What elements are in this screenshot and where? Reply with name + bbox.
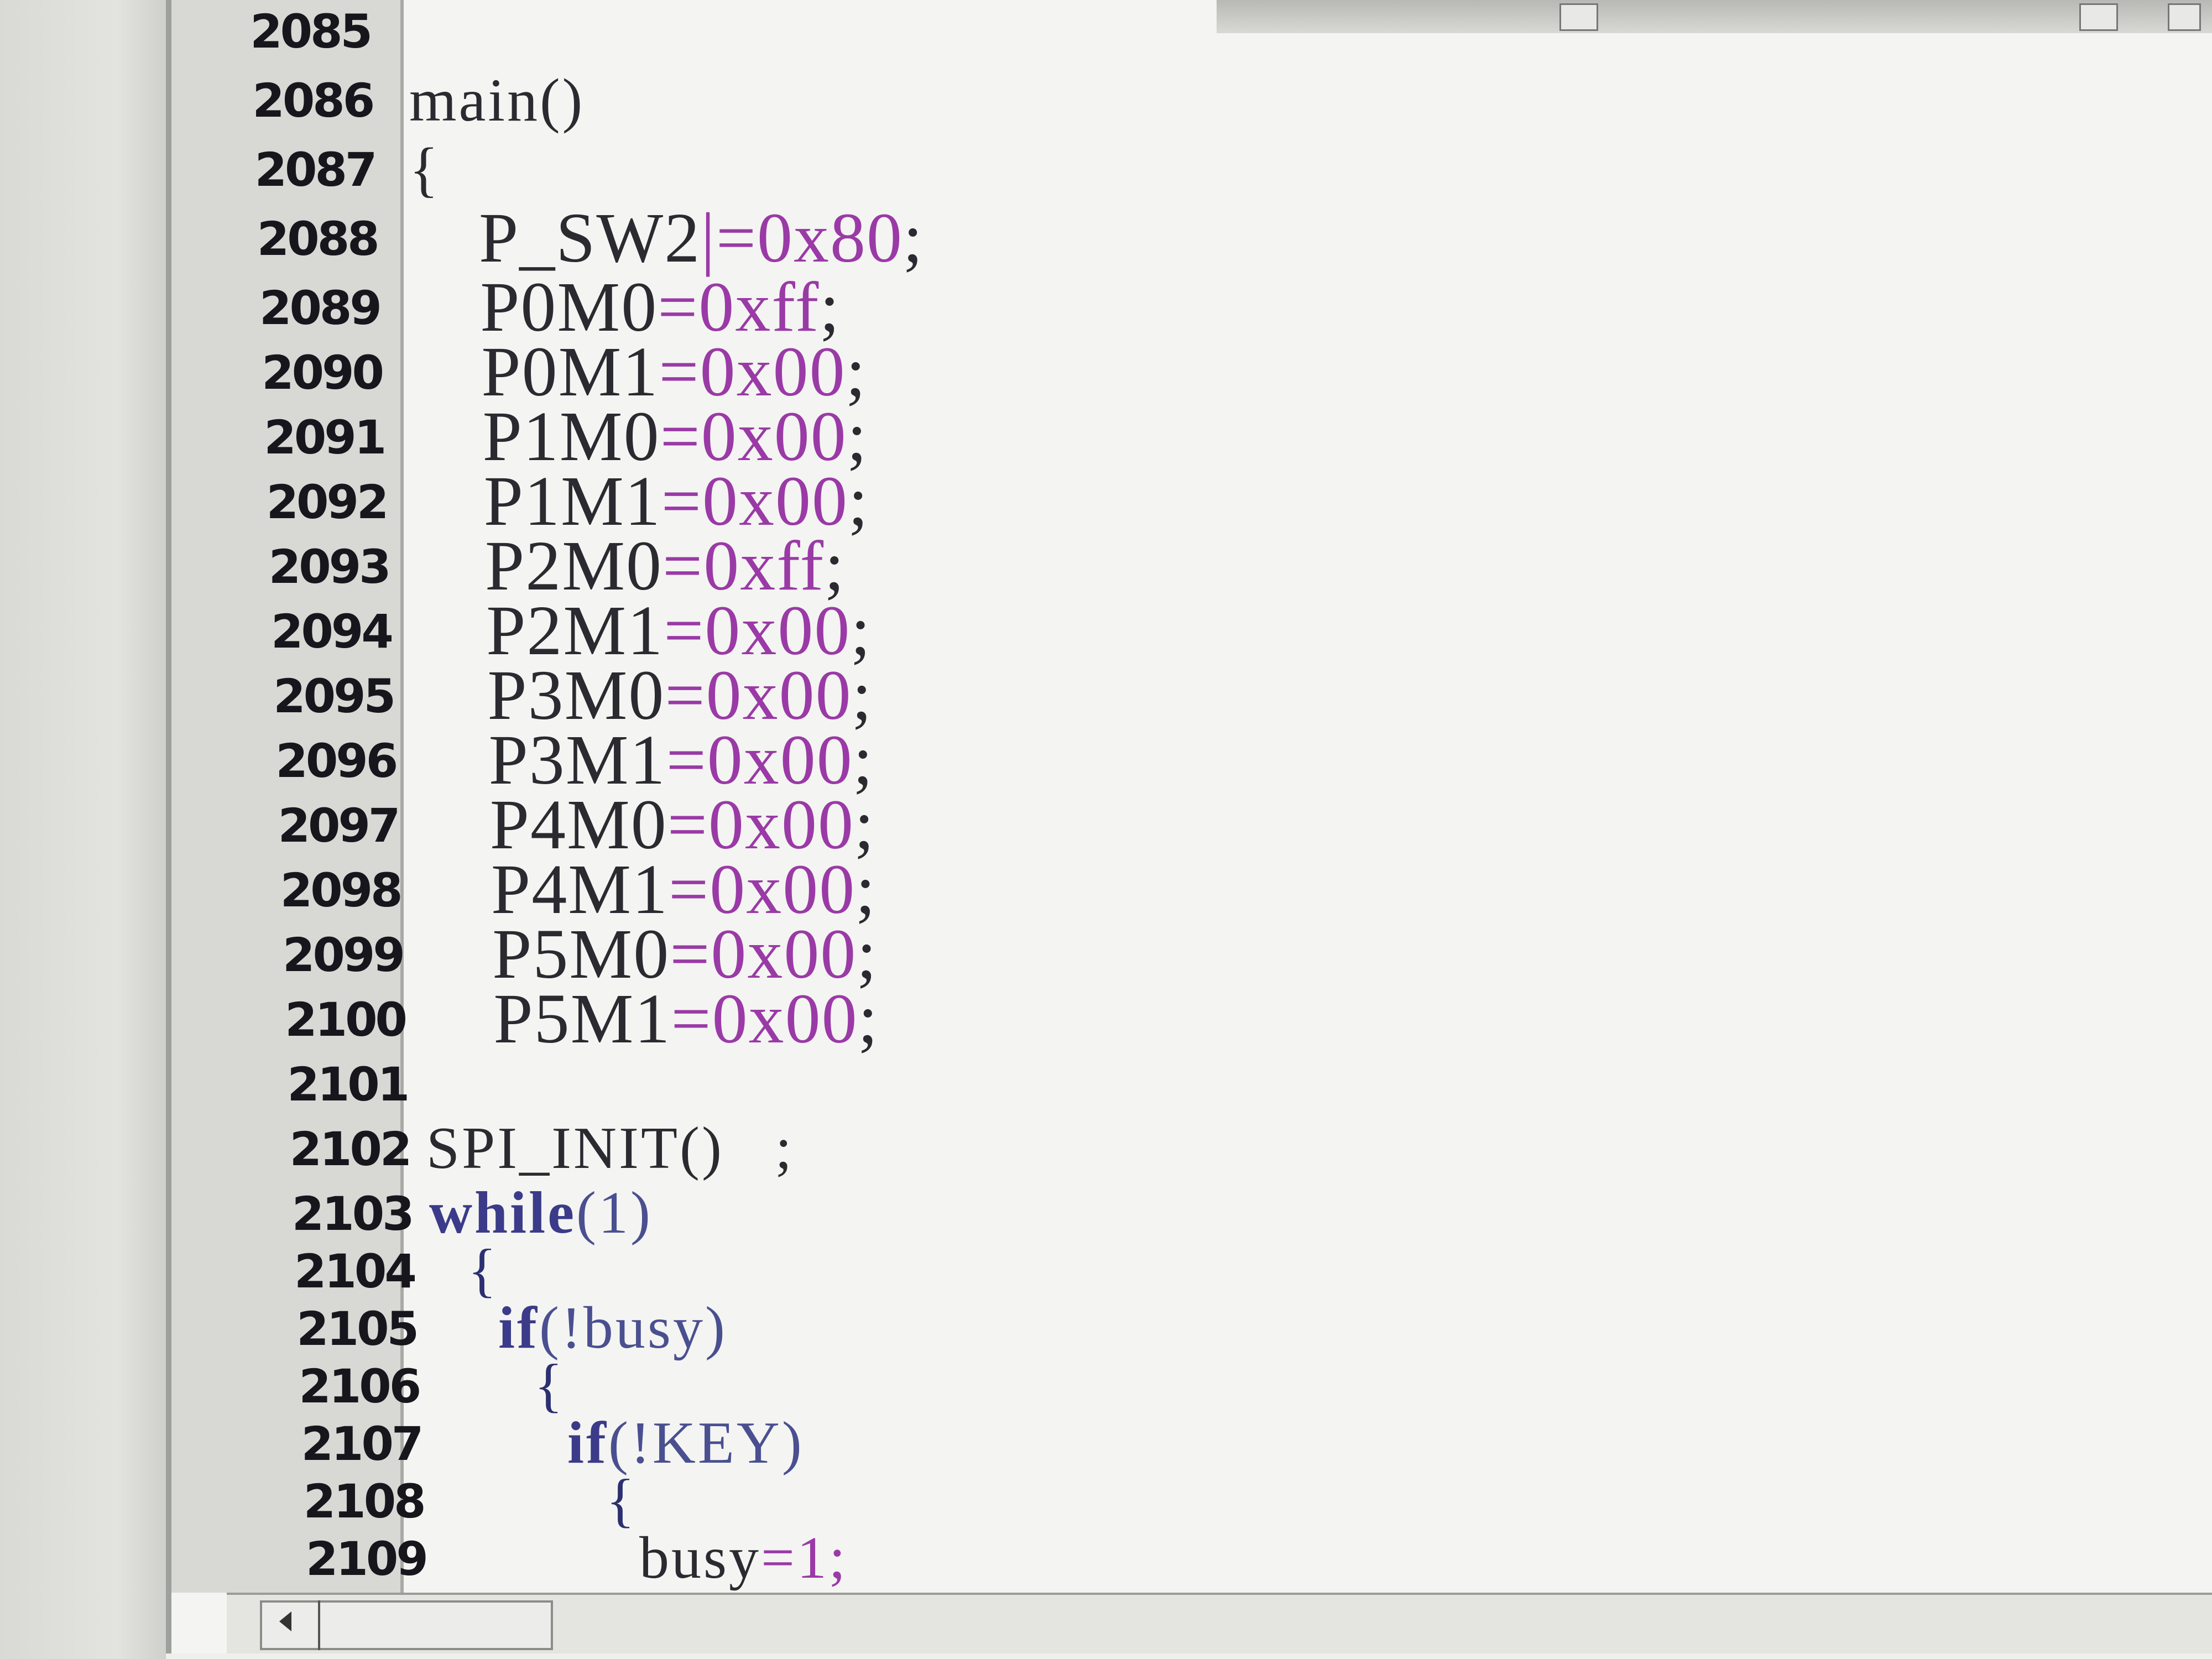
line-number: 2086 [252,74,375,128]
code-token: 0x80 [757,198,903,277]
line-number: 2091 [264,410,387,465]
code-line[interactable]: P2M1=0x00; [486,595,872,666]
desktop-bezel [0,0,166,1659]
line-number: 2101 [287,1057,410,1112]
code-line[interactable]: P0M1=0x00; [481,336,867,407]
line-number: 2100 [285,993,408,1047]
line-number: 2098 [280,863,403,917]
code-line[interactable]: if(!KEY) [567,1413,804,1473]
chevron-left-icon[interactable] [279,1611,291,1631]
code-line[interactable]: P5M1=0x00; [493,983,879,1054]
code-line[interactable]: main() [409,70,585,131]
photo-of-screen: 2085 2086 2087 2088 2089 2090 2091 2092 2093 2094… [0,0,2212,1659]
code-line[interactable]: busy=1; [639,1528,848,1588]
code-token: { [534,1352,565,1418]
code-token: |= [701,198,757,277]
code-line[interactable]: SPI_INIT() ; [426,1118,794,1178]
line-number: 2102 [289,1122,413,1176]
code-token: ; [858,979,879,1058]
code-line[interactable]: P_SW2|=0x80; [479,202,924,273]
line-number: 2095 [273,669,396,723]
line-number: 2105 [296,1302,419,1356]
line-number: 2094 [271,604,394,659]
code-line[interactable]: P0M0=0xff; [480,272,841,342]
line-number: 2103 [291,1187,415,1241]
code-editor[interactable]: main(){P_SW2|=0x80; P0M0=0xff; P0M1=0x00; P… [407,0,2212,1593]
code-token: = [671,979,712,1058]
code-line[interactable]: P3M0=0x00; [487,660,873,731]
line-number: 2109 [306,1532,429,1586]
code-token: if [498,1295,539,1361]
line-number: 2090 [262,346,384,400]
code-token: main() [409,66,585,134]
code-token: { [606,1467,637,1533]
code-token: { [468,1237,499,1303]
code-token: SPI_INIT() [426,1115,724,1181]
line-number: 2108 [303,1474,426,1528]
line-number: 2085 [250,4,373,59]
line-number: 2088 [257,212,380,266]
code-token: ; [903,198,924,277]
code-line[interactable]: while(1) [429,1183,653,1243]
code-line[interactable]: { [606,1467,637,1533]
horizontal-scrollbar[interactable] [227,1593,2212,1653]
code-line[interactable]: { [409,139,441,200]
line-number: 2107 [301,1417,424,1471]
line-number-gutter: 2085 2086 2087 2088 2089 2090 2091 2092 2093 2094… [171,0,431,1640]
code-token: (1) [576,1180,653,1246]
code-token: if [567,1410,608,1476]
code-line[interactable]: P2M0=0xff; [485,530,846,601]
code-token: while [429,1180,577,1246]
code-token: (!KEY) [608,1410,804,1476]
code-token: busy [639,1525,761,1591]
line-number: 2096 [275,734,398,788]
line-number: 2087 [254,143,378,197]
line-number: 2093 [268,540,392,594]
code-line[interactable]: P1M0=0x00; [483,401,868,472]
line-number: 2092 [266,475,389,529]
code-line[interactable]: P4M1=0x00; [491,854,877,925]
code-token: 0x00 [712,979,858,1058]
code-token: { [409,135,441,203]
line-number: 2097 [278,799,401,853]
code-line[interactable]: { [468,1237,499,1303]
line-number: 2099 [283,928,405,982]
code-token: P_SW2 [479,198,701,277]
scrollbar-divider [318,1600,320,1650]
line-number: 2104 [294,1244,417,1298]
code-line[interactable]: { [534,1352,565,1418]
code-token: ; [723,1115,794,1181]
line-number: 2089 [259,281,382,335]
code-token: P5M1 [493,979,671,1058]
code-line[interactable]: P5M0=0x00; [492,919,878,989]
line-number: 2106 [299,1359,421,1413]
code-line[interactable]: if(!busy) [498,1298,727,1358]
code-line[interactable]: P4M0=0x00; [490,789,875,860]
code-token: =1; [761,1525,848,1591]
code-line[interactable]: P1M1=0x00; [484,466,869,536]
line-number-list: 2085 2086 2087 2088 2089 2090 2091 2092 2093 2094… [171,0,431,1640]
scrollbar-track-segment[interactable] [260,1600,553,1650]
code-token: ; [848,461,869,540]
code-token: (!busy) [539,1295,727,1361]
code-line[interactable]: P3M1=0x00; [489,724,874,795]
